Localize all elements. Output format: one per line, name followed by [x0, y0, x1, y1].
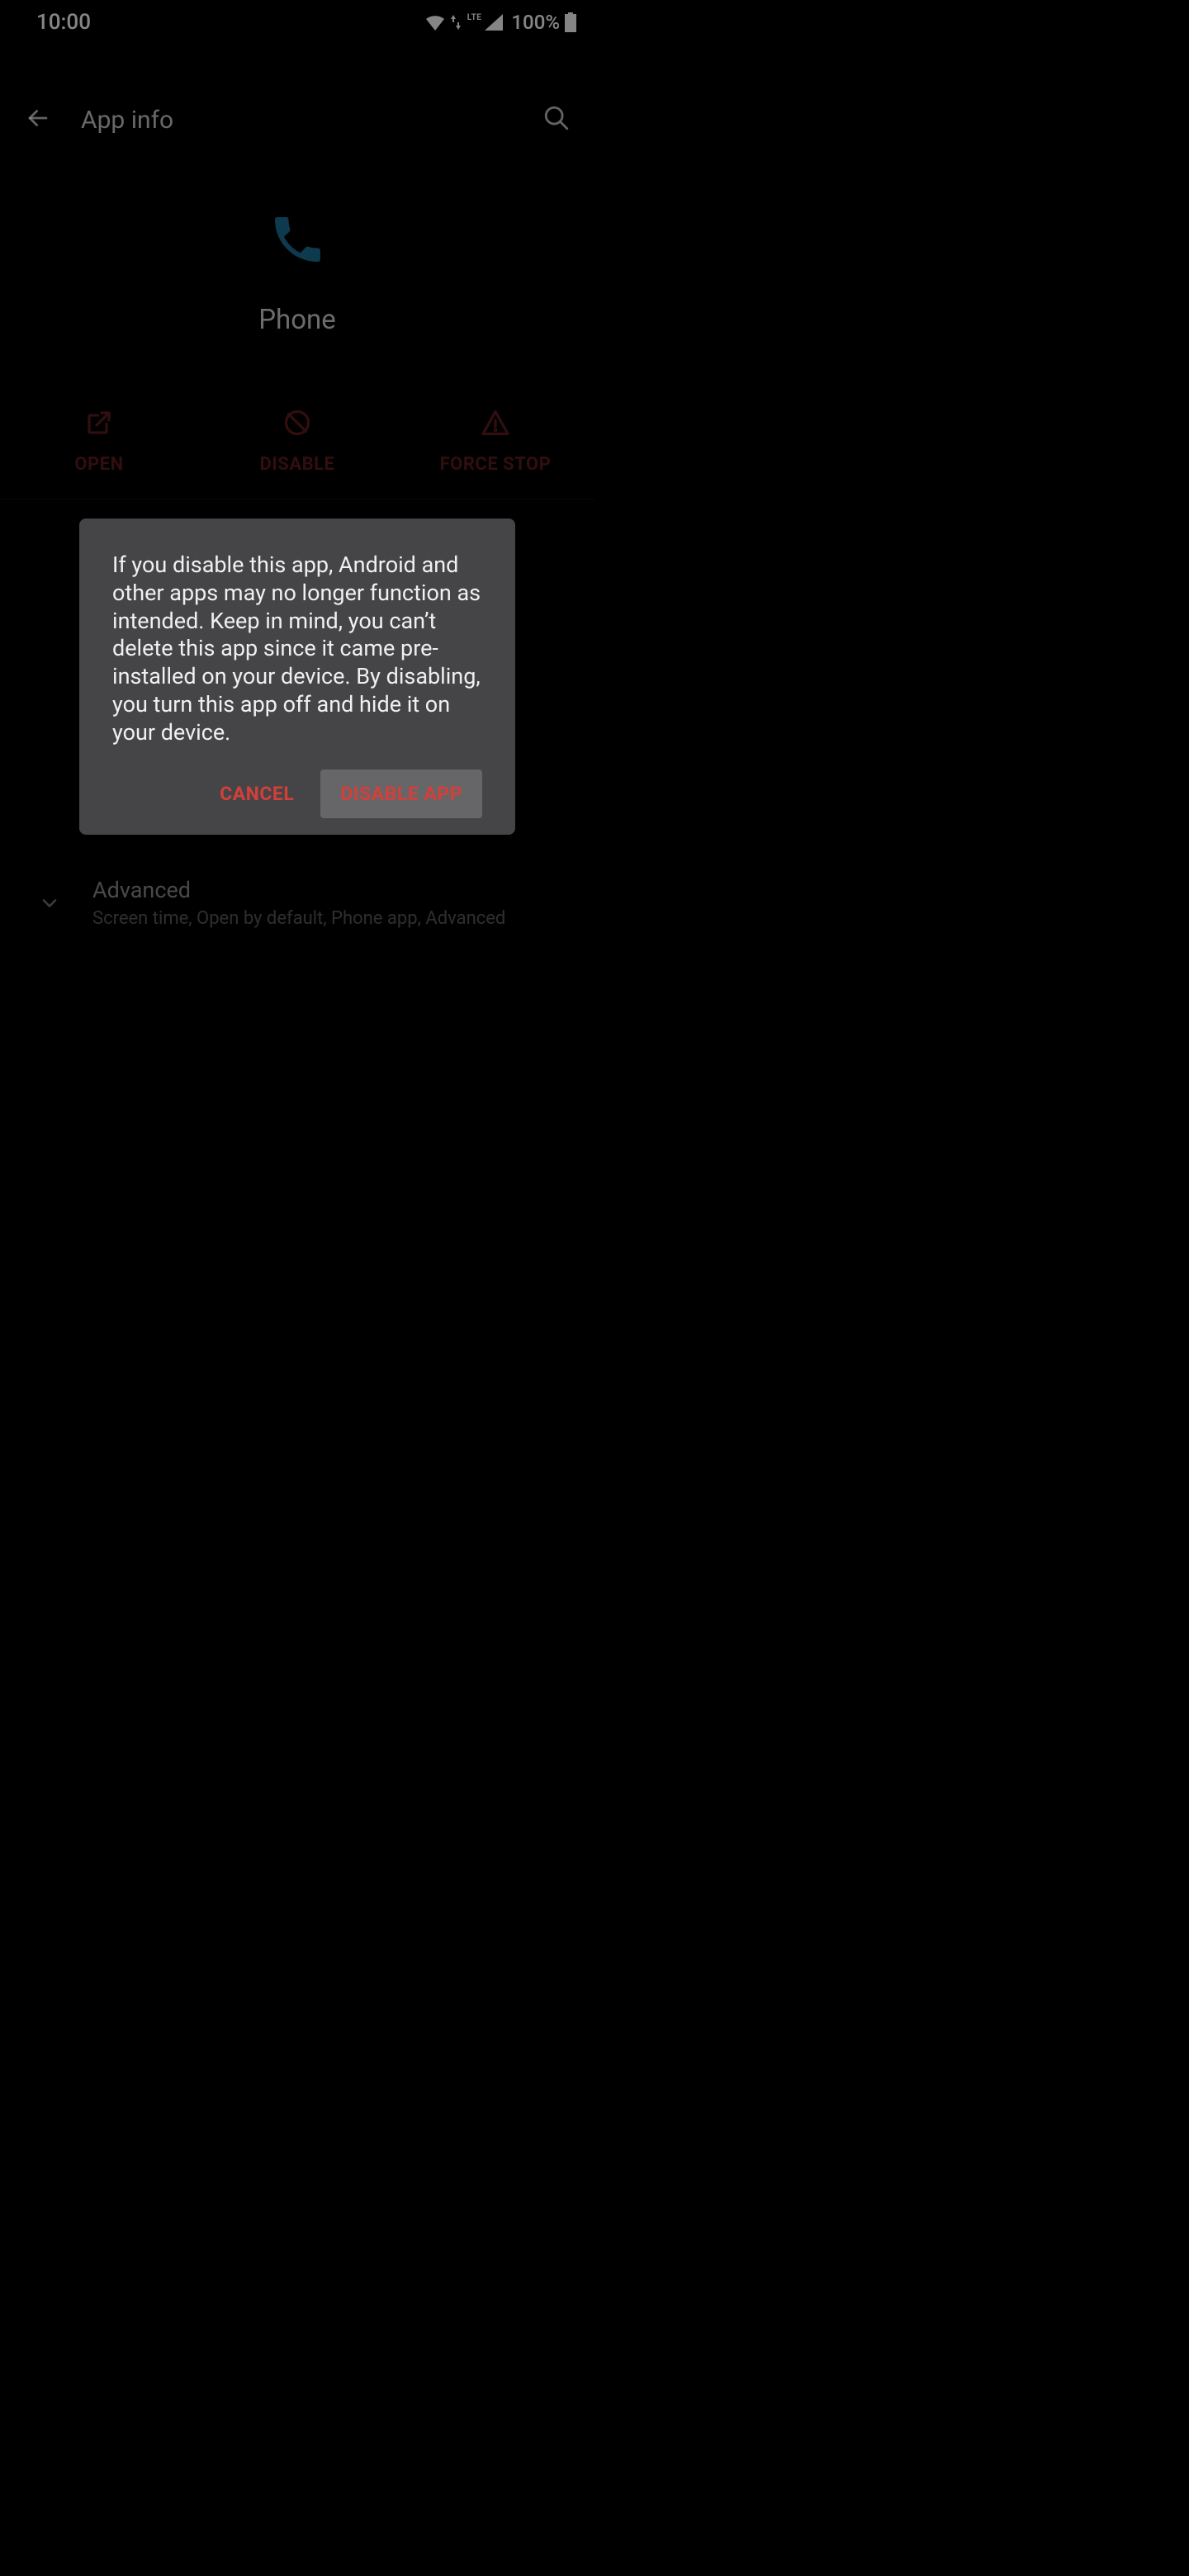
disable-app-confirm-button[interactable]: DISABLE APP: [320, 769, 482, 818]
disable-app-dialog: If you disable this app, Android and oth…: [79, 519, 515, 835]
dialog-button-row: CANCEL DISABLE APP: [112, 769, 482, 818]
dialog-body-text: If you disable this app, Android and oth…: [112, 552, 482, 746]
cancel-button[interactable]: CANCEL: [200, 769, 314, 818]
